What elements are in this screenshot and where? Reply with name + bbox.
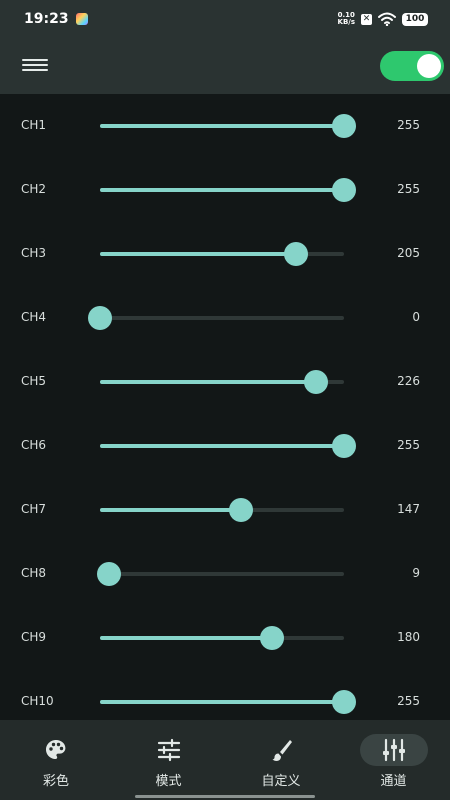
channel-slider[interactable]	[100, 370, 344, 394]
channel-slider[interactable]	[100, 178, 356, 202]
nav-tab-2[interactable]: 模式	[113, 720, 225, 800]
master-power-switch[interactable]	[380, 51, 444, 81]
slider-fill	[100, 444, 344, 448]
wifi-icon	[378, 12, 396, 26]
channel-label: CH6	[21, 438, 47, 452]
slider-thumb[interactable]	[260, 626, 285, 650]
slider-fill	[100, 188, 344, 192]
switch-knob	[417, 54, 441, 78]
nav-tab-label: 通道	[380, 774, 407, 789]
channel-row-7: CH7 147	[0, 490, 450, 530]
channel-value: 255	[397, 438, 420, 452]
slider-thumb[interactable]	[228, 498, 253, 522]
channels-icon	[381, 737, 407, 763]
bottom-navigation: 彩色 模式 自定义 通道	[0, 720, 450, 800]
channel-row-6: CH6 255	[0, 426, 450, 466]
channel-list: CH1 255 CH2 255 CH3 205 CH4 0 CH5 226 CH6 255 CH7 147…	[0, 94, 450, 720]
channel-label: CH3	[21, 246, 47, 260]
channel-row-8: CH8 9	[0, 554, 450, 594]
channel-value: 180	[397, 630, 420, 644]
channel-label: CH9	[21, 630, 47, 644]
channel-row-1: CH1 255	[0, 106, 450, 146]
status-bar: 19:23 0.10 KB/s ✕ 100	[0, 0, 450, 38]
nav-tab-label: 模式	[155, 774, 182, 789]
channel-label: CH2	[21, 182, 47, 196]
sliders-icon	[156, 737, 182, 763]
channel-value: 205	[397, 246, 420, 260]
nav-tab-4[interactable]: 通道	[338, 720, 450, 800]
channel-label: CH4	[21, 310, 47, 324]
channel-label: CH7	[21, 502, 47, 516]
app-notification-icon	[75, 13, 88, 25]
channel-value: 255	[397, 118, 420, 132]
slider-thumb[interactable]	[96, 562, 121, 586]
channel-row-4: CH4 0	[0, 298, 450, 338]
channel-row-2: CH2 255	[0, 170, 450, 210]
status-time: 19:23	[24, 11, 69, 27]
app-toolbar	[0, 38, 450, 94]
channel-slider[interactable]	[100, 690, 356, 714]
network-speed-unit: KB/s	[337, 18, 355, 26]
slider-fill	[100, 252, 297, 256]
nav-tab-label: 自定义	[261, 774, 301, 789]
channel-slider[interactable]	[100, 498, 344, 522]
slider-thumb[interactable]	[332, 178, 356, 202]
channel-slider[interactable]	[100, 626, 344, 650]
channel-value: 255	[397, 694, 420, 708]
channel-label: CH1	[21, 118, 47, 132]
slider-thumb[interactable]	[88, 306, 112, 330]
channel-slider[interactable]	[96, 562, 344, 586]
slider-fill	[100, 508, 241, 512]
channel-row-3: CH3 205	[0, 234, 450, 274]
channel-row-10: CH10 255	[0, 682, 450, 722]
channel-row-9: CH9 180	[0, 618, 450, 658]
channel-label: CH8	[21, 566, 47, 580]
slider-fill	[100, 124, 344, 128]
channel-value: 255	[397, 182, 420, 196]
channel-slider[interactable]	[100, 242, 344, 266]
slider-thumb[interactable]	[304, 370, 329, 394]
nav-tab-1[interactable]: 彩色	[0, 720, 112, 800]
channel-value: 147	[397, 502, 420, 516]
slider-thumb[interactable]	[284, 242, 309, 266]
brush-icon	[268, 737, 294, 763]
menu-icon[interactable]	[22, 56, 48, 76]
channel-slider[interactable]	[100, 114, 356, 138]
nav-tab-label: 彩色	[42, 774, 69, 789]
channel-label: CH5	[21, 374, 47, 388]
channel-value: 9	[412, 566, 420, 580]
home-indicator	[135, 795, 315, 798]
channel-value: 0	[412, 310, 420, 324]
nav-tab-3[interactable]: 自定义	[225, 720, 337, 800]
slider-fill	[100, 636, 273, 640]
channel-label: CH10	[21, 694, 54, 708]
status-indicators: 0.10 KB/s ✕ 100	[338, 12, 428, 26]
channel-slider[interactable]	[88, 306, 344, 330]
channel-value: 226	[397, 374, 420, 388]
channel-row-5: CH5 226	[0, 362, 450, 402]
sim-off-icon: ✕	[361, 13, 372, 25]
palette-icon	[43, 737, 69, 763]
slider-thumb[interactable]	[332, 690, 356, 714]
slider-thumb[interactable]	[332, 114, 356, 138]
slider-fill	[100, 700, 344, 704]
battery-indicator: 100	[402, 12, 428, 26]
network-speed: 0.10 KB/s	[338, 12, 355, 26]
slider-thumb[interactable]	[332, 434, 356, 458]
slider-fill	[100, 380, 317, 384]
channel-slider[interactable]	[100, 434, 356, 458]
